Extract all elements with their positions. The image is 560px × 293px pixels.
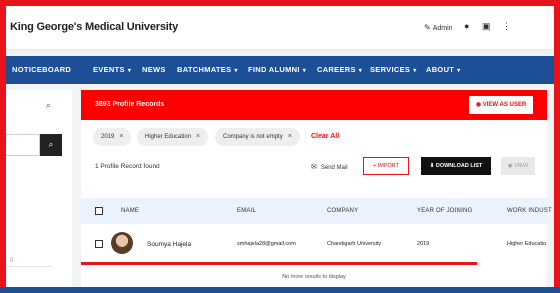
view-button[interactable]: ◉ VIEW (501, 157, 535, 175)
column-header-industry[interactable]: WORK INDUST (507, 208, 552, 214)
nav-item-batchmates[interactable]: BATCHMATES ▾ (177, 65, 238, 74)
row-company: Chandigarh University (327, 241, 382, 247)
chevron-down-icon: ▾ (127, 68, 132, 74)
mail-icon: ✉ (311, 164, 317, 171)
nav-item-find-alumni[interactable]: FIND ALUMNI ▾ (248, 65, 306, 74)
clear-all-link[interactable]: Clear All (311, 133, 339, 140)
results-count: 1 Profile Record found (95, 163, 160, 170)
university-brand[interactable]: King George's Medical University (10, 21, 178, 33)
chevron-down-icon: ▾ (457, 68, 461, 74)
profile-records-card: 3893 Profile Records ◉ VIEW AS USER 2019… (81, 90, 552, 293)
filter-chip-year[interactable]: 2019 × (93, 128, 132, 146)
no-more-results: No more results to display (282, 274, 346, 280)
card-header: 3893 Profile Records ◉ VIEW AS USER (81, 90, 547, 120)
nav-item-careers[interactable]: CAREERS ▾ (317, 65, 362, 74)
table-row[interactable]: Soumya Hajela smhajela28@gmail.com Chand… (81, 228, 547, 262)
nav-item-news[interactable]: NEWS (142, 65, 166, 74)
row-email: smhajela28@gmail.com (237, 241, 296, 247)
sidebar-search-button[interactable]: ⌕ (40, 134, 62, 156)
chevron-down-icon: ▾ (358, 68, 363, 74)
send-mail-button[interactable]: ✉ Send Mail (311, 163, 348, 171)
search-icon: ⌕ (48, 140, 54, 149)
sidebar-number: 0 (10, 258, 14, 264)
admin-menu[interactable]: ✎ Admin (424, 23, 453, 32)
row-checkbox[interactable] (95, 240, 103, 248)
horizontal-scrollbar[interactable] (81, 262, 477, 265)
nav-item-noticeboard[interactable]: NOTICEBOARD (12, 65, 71, 74)
chevron-down-icon: ▾ (413, 68, 417, 74)
column-header-email[interactable]: EMAIL (237, 208, 256, 214)
nav-item-services[interactable]: SERVICES ▾ (370, 65, 417, 74)
more-icon[interactable]: ⋮ (502, 21, 511, 32)
close-icon[interactable]: × (288, 133, 292, 140)
avatar (111, 232, 133, 254)
download-list-button[interactable]: ⬇ DOWNLOAD LIST (421, 157, 491, 175)
close-icon[interactable]: × (196, 133, 200, 140)
column-header-name[interactable]: NAME (121, 208, 139, 214)
eye-icon: ◉ (507, 163, 513, 169)
close-icon[interactable]: × (119, 133, 123, 140)
chevron-down-icon: ▾ (302, 68, 307, 74)
admin-label: Admin (432, 25, 453, 32)
filter-chip-industry[interactable]: Higher Education × (137, 128, 209, 146)
nav-item-events[interactable]: EVENTS ▾ (93, 65, 131, 74)
view-as-user-button[interactable]: ◉ VIEW AS USER (469, 96, 533, 114)
download-icon: ⬇ (429, 163, 435, 169)
divider (6, 266, 52, 267)
main-nav: NOTICEBOARD EVENTS ▾ NEWS BATCHMATES ▾ FIN… (6, 56, 554, 84)
table-header: NAME EMAIL COMPANY YEAR OF JOINING WORK … (81, 198, 552, 224)
sidebar-search-input[interactable] (6, 134, 40, 156)
nav-item-about[interactable]: ABOUT ▾ (426, 65, 460, 74)
eye-icon: ◉ (475, 102, 482, 108)
column-header-year[interactable]: YEAR OF JOINING (417, 208, 472, 214)
app-frame: King George's Medical University ✎ Admin … (0, 0, 560, 293)
row-year: 2019 (417, 241, 430, 247)
import-button[interactable]: + IMPORT (363, 157, 409, 175)
row-name[interactable]: Soumya Hajela (147, 241, 191, 248)
bottom-bar (0, 287, 560, 293)
row-industry: Higher Educatio (507, 241, 547, 247)
top-header: King George's Medical University ✎ Admin … (6, 6, 554, 50)
chevron-down-icon: ▾ (234, 68, 238, 74)
bell-icon[interactable]: ● (464, 21, 469, 31)
search-icon[interactable]: ⌕ (46, 100, 51, 111)
filter-sidebar: ⌕ ⌕ 0 (6, 90, 72, 293)
user-icon: ✎ (424, 23, 431, 32)
records-title: 3893 Profile Records (95, 101, 165, 108)
select-all-checkbox[interactable] (95, 207, 103, 215)
chat-icon[interactable]: ▣ (482, 21, 491, 32)
column-header-company[interactable]: COMPANY (327, 208, 358, 214)
filter-chip-company[interactable]: Company is not empty × (215, 128, 300, 146)
